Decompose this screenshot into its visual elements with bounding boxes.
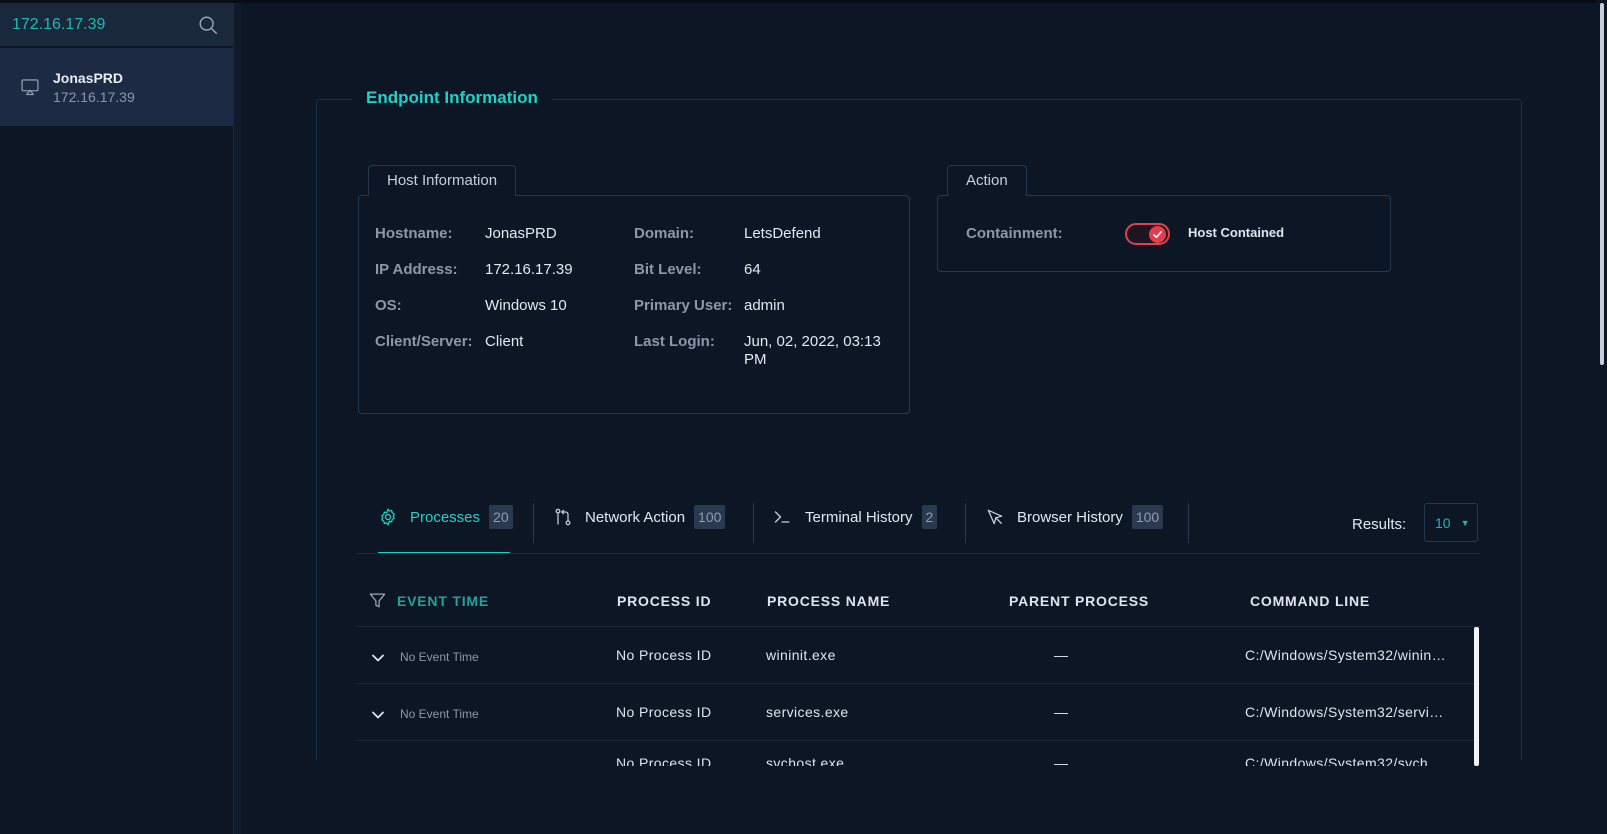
last-login-value: Jun, 02, 2022, 03:13 PM xyxy=(744,333,881,368)
page-scrollbar-thumb[interactable] xyxy=(1600,3,1604,365)
primary-user-value: admin xyxy=(744,297,785,314)
search-icon[interactable] xyxy=(197,14,219,36)
containment-label: Containment: xyxy=(966,225,1063,242)
results-select[interactable]: 10 ▼ xyxy=(1424,503,1478,542)
sidebar-host-item[interactable]: JonasPRD 172.16.17.39 xyxy=(0,48,233,126)
tab-separator xyxy=(753,503,754,543)
header-command-line: COMMAND LINE xyxy=(1250,593,1371,609)
row-process-name: svchost.exe xyxy=(766,755,845,766)
top-border xyxy=(0,0,1607,3)
check-icon xyxy=(1153,230,1162,239)
tab-network-action[interactable]: Network Action 100 xyxy=(553,505,726,529)
client-server-label: Client/Server: xyxy=(375,333,473,350)
row-event-time: No Event Time xyxy=(400,650,479,664)
sidebar xyxy=(0,3,233,834)
ip-address-label: IP Address: xyxy=(375,261,458,278)
row-process-name: wininit.exe xyxy=(766,647,836,663)
tab-processes[interactable]: Processes 20 xyxy=(378,505,513,529)
tab-terminal-history-label: Terminal History xyxy=(805,508,913,526)
row-parent-process: — xyxy=(1054,704,1069,720)
search-input[interactable]: 172.16.17.39 xyxy=(12,16,197,34)
header-divider xyxy=(356,626,1480,627)
containment-status: Host Contained xyxy=(1188,225,1285,240)
row-process-name: services.exe xyxy=(766,704,849,720)
row-process-id: No Process ID xyxy=(616,704,712,720)
bit-level-value: 64 xyxy=(744,261,761,278)
filter-icon[interactable] xyxy=(368,591,387,610)
domain-label: Domain: xyxy=(634,225,694,242)
tabs-divider xyxy=(356,553,1480,554)
tab-browser-history-count: 100 xyxy=(1131,505,1164,529)
tab-separator xyxy=(1188,503,1189,543)
tab-terminal-history-count: 2 xyxy=(921,505,938,529)
containment-toggle[interactable] xyxy=(1125,223,1170,245)
bit-level-label: Bit Level: xyxy=(634,261,702,278)
monitor-icon xyxy=(21,79,39,96)
row-command-line: C:/Windows/System32/svch… xyxy=(1245,755,1443,766)
chevron-down-icon[interactable] xyxy=(371,651,385,665)
tab-browser-history-label: Browser History xyxy=(1017,508,1123,526)
row-parent-process: — xyxy=(1054,647,1069,663)
row-process-id: No Process ID xyxy=(616,647,712,663)
tab-processes-label: Processes xyxy=(410,508,481,526)
chevron-down-icon[interactable] xyxy=(371,708,385,722)
client-server-value: Client xyxy=(485,333,524,350)
chevron-down-icon: ▼ xyxy=(1460,517,1470,528)
header-process-id: PROCESS ID xyxy=(617,593,712,609)
row-parent-process: — xyxy=(1054,755,1069,766)
header-event-time[interactable]: EVENT TIME xyxy=(397,593,489,609)
tab-separator xyxy=(965,503,966,543)
action-tab: Action xyxy=(947,165,1027,196)
sidebar-divider xyxy=(233,3,241,834)
page-title: Endpoint Information xyxy=(352,88,552,108)
last-login-label: Last Login: xyxy=(634,333,715,350)
tab-browser-history[interactable]: Browser History 100 xyxy=(985,505,1164,529)
hostname-value: JonasPRD xyxy=(485,225,557,242)
row-command-line: C:/Windows/System32/winin… xyxy=(1245,647,1447,663)
host-information-tab: Host Information xyxy=(368,165,517,196)
hostname-label: Hostname: xyxy=(375,225,453,242)
row-divider xyxy=(356,683,1480,684)
row-event-time: No Event Time xyxy=(400,707,479,721)
table-row-clipped: No Process ID svchost.exe — C:/Windows/S… xyxy=(356,740,1480,766)
os-label: OS: xyxy=(375,297,402,314)
primary-user-label: Primary User: xyxy=(634,297,733,314)
tab-network-action-label: Network Action xyxy=(585,508,686,526)
row-process-id: No Process ID xyxy=(616,755,712,766)
os-value: Windows 10 xyxy=(485,297,567,314)
terminal-icon xyxy=(774,511,790,523)
branch-icon xyxy=(555,508,571,526)
table-scrollbar[interactable] xyxy=(1474,627,1479,766)
header-process-name: PROCESS NAME xyxy=(767,593,891,609)
host-name: JonasPRD xyxy=(53,69,124,86)
cursor-icon xyxy=(987,509,1003,525)
tab-separator xyxy=(533,503,534,543)
results-value: 10 xyxy=(1435,514,1451,531)
tab-processes-count: 20 xyxy=(489,505,513,529)
toggle-knob xyxy=(1149,226,1166,243)
ip-address-value: 172.16.17.39 xyxy=(485,261,573,278)
tab-terminal-history[interactable]: Terminal History 2 xyxy=(773,505,938,529)
domain-value: LetsDefend xyxy=(744,225,821,242)
gear-icon xyxy=(381,508,395,526)
results-label: Results: xyxy=(1352,516,1407,533)
search-bar[interactable]: 172.16.17.39 xyxy=(0,3,233,46)
header-parent-process: PARENT PROCESS xyxy=(1009,593,1150,609)
tab-network-action-count: 100 xyxy=(694,505,726,529)
host-ip: 172.16.17.39 xyxy=(53,88,135,105)
row-command-line: C:/Windows/System32/servi… xyxy=(1245,704,1444,720)
